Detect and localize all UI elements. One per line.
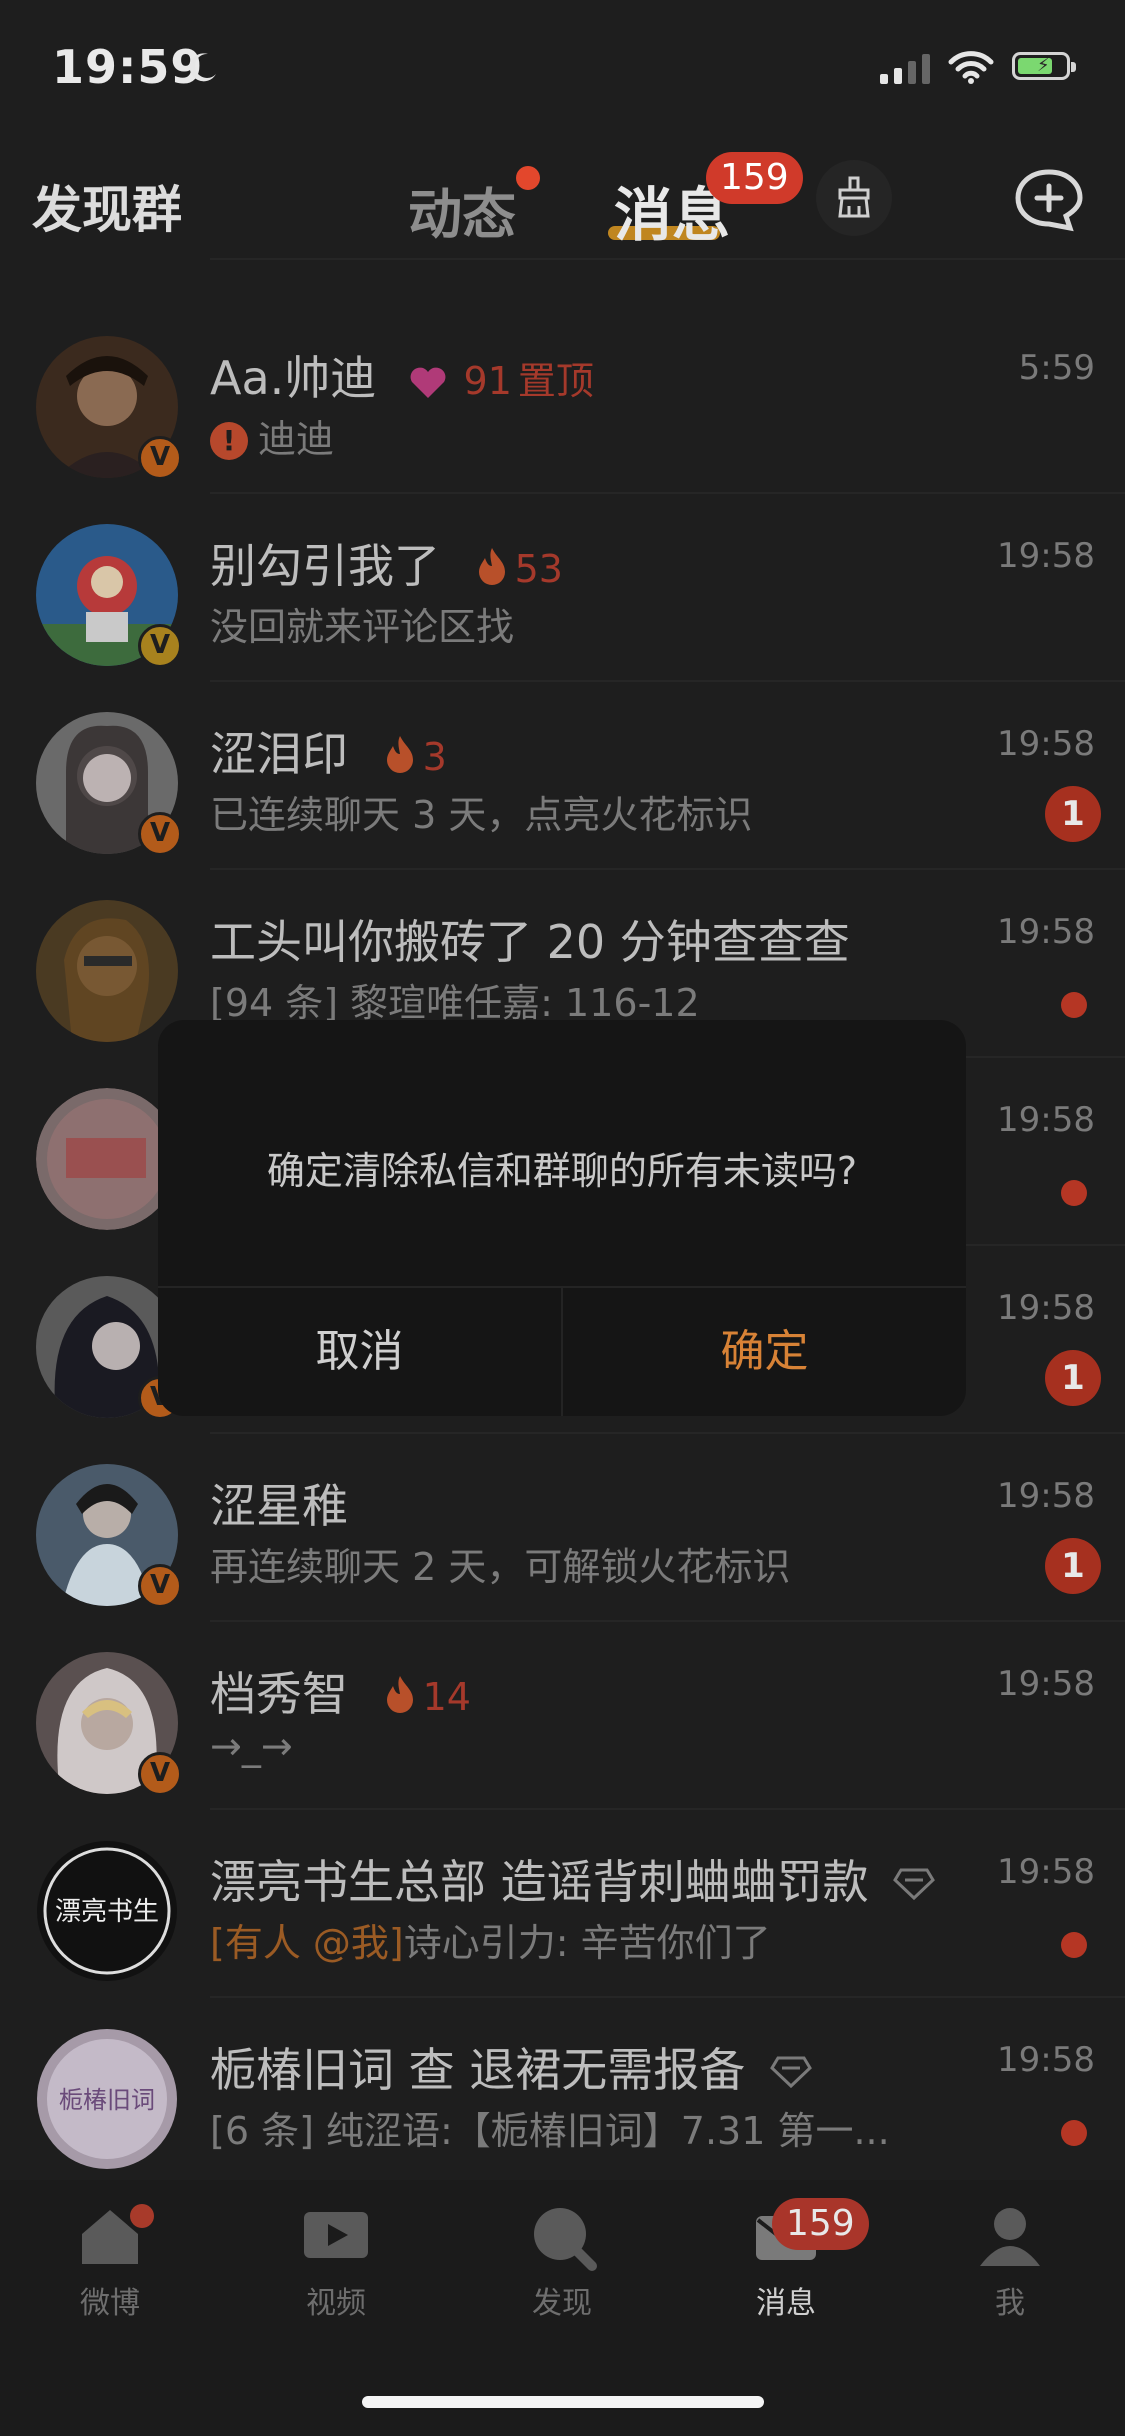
confirm-button[interactable]: 确定 — [563, 1288, 966, 1416]
confirm-dialog: 确定清除私信和群聊的所有未读吗? 取消 确定 — [158, 1020, 966, 1416]
home-indicator[interactable] — [362, 2396, 764, 2408]
cancel-button[interactable]: 取消 — [158, 1288, 561, 1416]
modal-overlay: 确定清除私信和群聊的所有未读吗? 取消 确定 — [0, 0, 1125, 2436]
dialog-message: 确定清除私信和群聊的所有未读吗? — [266, 1149, 858, 1193]
